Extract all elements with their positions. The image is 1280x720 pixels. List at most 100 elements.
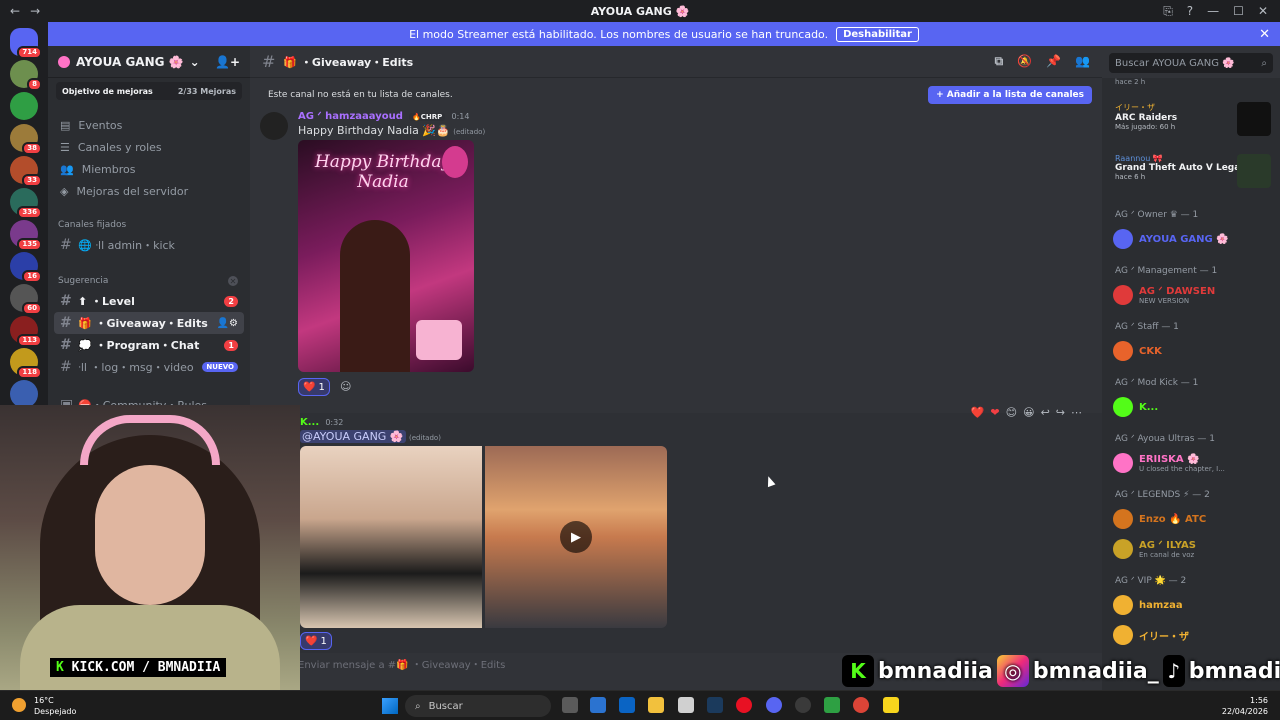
activity-card[interactable]: Raannou 🎀 Grand Theft Auto V Legacy hace… — [1115, 154, 1275, 194]
quick-heart-icon[interactable]: ❤️ — [971, 406, 985, 419]
reaction-heart[interactable]: ❤️ 1 — [298, 378, 330, 396]
server-icon[interactable]: 336 — [10, 188, 42, 219]
member-row[interactable]: AG ᐟ ILYAS En canal de voz — [1113, 534, 1275, 564]
home-icon[interactable]: 714 — [10, 28, 42, 59]
channel-admin-kick[interactable]: # 🌐 ᐧll admin・kick — [54, 234, 244, 256]
close-window-button[interactable]: ✕ — [1258, 4, 1268, 19]
discord-icon[interactable] — [766, 697, 782, 713]
avatar — [1113, 539, 1133, 559]
chrome-icon[interactable] — [853, 697, 869, 713]
nav-channels-roles[interactable]: ☰ Canales y roles — [48, 136, 250, 158]
server-header[interactable]: AYOUA GANG 🌸 ⌄ 👤+ — [48, 46, 250, 78]
clock[interactable]: 1:56 22/04/2026 — [1222, 695, 1268, 717]
server-icon[interactable] — [10, 380, 38, 408]
channel-giveaway-edits[interactable]: # 🎁 ・Giveaway・Edits 👤⚙ — [54, 312, 244, 334]
settings-icon[interactable]: 👤⚙ — [217, 318, 238, 329]
pinned-category[interactable]: Canales fijados — [48, 216, 250, 234]
task-view-icon[interactable] — [562, 697, 578, 713]
server-icon[interactable]: 8 — [10, 60, 42, 91]
mention[interactable]: @AYOUA GANG 🌸 — [300, 430, 406, 443]
member-name: Enzo 🔥 ATC — [1139, 513, 1207, 525]
threads-icon[interactable]: ⧉ — [995, 54, 1004, 69]
channel-log-msg-video[interactable]: # ᐧll ・log・msg・video NUEVO — [54, 356, 244, 378]
server-icon[interactable]: 118 — [10, 348, 42, 379]
username[interactable]: K... — [300, 417, 319, 428]
server-icon[interactable]: 16 — [10, 252, 42, 283]
nav-boosts[interactable]: ◈ Mejoras del servidor — [48, 180, 250, 202]
add-channel-button[interactable]: + Añadir a la lista de canales — [928, 86, 1092, 104]
server-icon[interactable]: 135 — [10, 220, 42, 251]
avatar — [1113, 509, 1133, 529]
play-icon[interactable]: ▶ — [560, 521, 592, 553]
mute-icon[interactable]: 🔕 — [1017, 54, 1032, 69]
nav-events[interactable]: ▤ Eventos — [48, 114, 250, 136]
reply-icon[interactable]: ↩ — [1041, 406, 1050, 419]
channel-level[interactable]: # ⬆ ・Level 2 — [54, 290, 244, 312]
window-titlebar: ← → AYOUA GANG 🌸 ⎘ ? — ☐ ✕ — [0, 0, 1280, 22]
help-icon[interactable]: ? — [1187, 4, 1193, 19]
member-name: AG ᐟ ILYAS — [1139, 539, 1196, 551]
obs-icon[interactable] — [795, 697, 811, 713]
member-row[interactable]: AG ᐟ DAWSEN NEW VERSION — [1113, 280, 1275, 310]
server-icon[interactable] — [10, 92, 38, 120]
unread-badge: 2 — [224, 295, 238, 307]
channel-program-chat[interactable]: # 💭 ・Program・Chat 1 — [54, 334, 244, 356]
channel-notice: Este canal no está en tu lista de canale… — [250, 82, 1102, 108]
server-icon[interactable]: 113 — [10, 316, 42, 347]
member-row[interactable]: AYOUA GANG 🌸 — [1113, 224, 1275, 254]
taskbar-search[interactable]: ⌕ Buscar — [405, 695, 551, 717]
record-icon[interactable] — [736, 697, 752, 713]
forward-icon[interactable]: → — [30, 4, 40, 18]
boost-goal[interactable]: Objetivo de mejoras 2/33 Mejoras — [56, 82, 242, 100]
kick-url: KICK.COM / BMNADIIA — [71, 660, 221, 675]
close-icon[interactable]: ✕ — [228, 276, 238, 286]
mention-badge: 118 — [17, 366, 42, 379]
birthday-image[interactable]: Happy Birthday Nadia — [298, 140, 474, 372]
start-icon[interactable] — [382, 698, 398, 714]
play-app-icon[interactable] — [824, 697, 840, 713]
nav-members[interactable]: 👥 Miembros — [48, 158, 250, 180]
outlook-icon[interactable] — [619, 697, 635, 713]
server-icon[interactable]: 33 — [10, 156, 42, 187]
weather-widget[interactable]: 16°C Despejado — [34, 695, 76, 717]
search-input[interactable]: Buscar AYOUA GANG 🌸 ⌕ — [1109, 53, 1273, 73]
inbox-icon[interactable]: ⎘ — [1163, 4, 1173, 19]
video-attachment-1[interactable] — [300, 446, 482, 628]
username[interactable]: AG ᐟ hamzaaayoud — [298, 111, 403, 122]
member-row[interactable]: hamzaa — [1113, 590, 1275, 620]
minimize-button[interactable]: — — [1207, 4, 1219, 19]
disable-streamer-button[interactable]: Deshabilitar — [836, 26, 919, 42]
media-icon[interactable] — [678, 697, 694, 713]
quick-emoji-icon[interactable]: 😊 — [1006, 406, 1017, 419]
member-row[interactable]: ERIISKA 🌸 U closed the chapter, I... — [1113, 448, 1275, 478]
add-reaction-icon[interactable]: ☺ — [340, 380, 351, 393]
member-row[interactable]: Enzo 🔥 ATC — [1113, 504, 1275, 534]
server-icon — [58, 55, 70, 68]
suggestion-category[interactable]: Sugerencia ✕ — [48, 272, 250, 290]
maximize-button[interactable]: ☐ — [1233, 4, 1244, 19]
member-row[interactable]: K... — [1113, 392, 1275, 422]
activity-card[interactable]: イリー・ザ ARC Raiders Más jugado: 60 h — [1115, 102, 1275, 142]
server-icon[interactable]: 38 — [10, 124, 42, 155]
invite-icon[interactable]: 👤+ — [215, 55, 240, 69]
back-icon[interactable]: ← — [10, 4, 20, 18]
quick-heart-red-icon[interactable]: ❤ — [990, 406, 999, 419]
avatar[interactable] — [260, 112, 288, 140]
member-row[interactable]: イリー・ザ — [1113, 620, 1275, 650]
pin-icon[interactable]: 📌 — [1046, 54, 1061, 69]
member-list-icon[interactable]: 👥 — [1075, 54, 1090, 69]
close-banner-icon[interactable]: ✕ — [1259, 27, 1270, 42]
nav-label: Eventos — [78, 118, 123, 132]
explorer-icon[interactable] — [648, 697, 664, 713]
add-reaction-icon[interactable]: 😀 — [1023, 406, 1034, 419]
forward-icon[interactable]: ↪ — [1056, 406, 1065, 419]
video-attachment-2[interactable]: ▶ — [485, 446, 667, 628]
more-icon[interactable]: ⋯ — [1071, 406, 1082, 419]
member-row[interactable]: CKK — [1113, 336, 1275, 366]
reaction-heart[interactable]: ❤️ 1 — [300, 632, 332, 650]
mention-badge: 60 — [22, 302, 42, 315]
store-icon[interactable] — [590, 697, 606, 713]
notes-icon[interactable] — [883, 697, 899, 713]
server-icon[interactable]: 60 — [10, 284, 42, 315]
steam-icon[interactable] — [707, 697, 723, 713]
